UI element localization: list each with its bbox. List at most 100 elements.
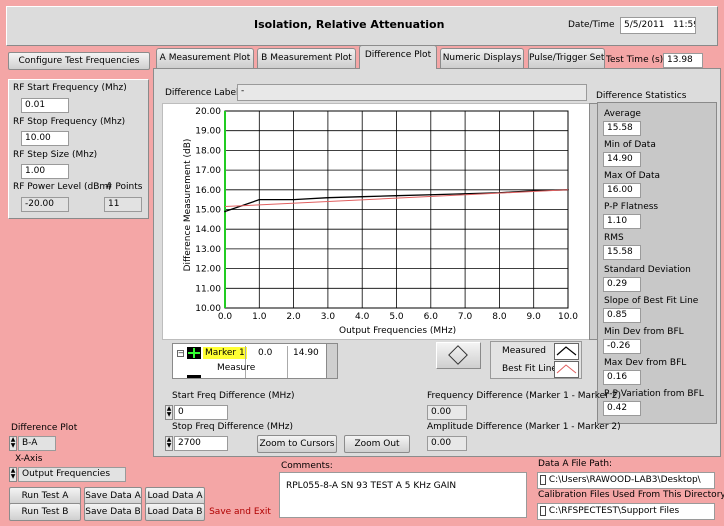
stat-label: P-P Variation from BFL (604, 389, 704, 399)
freq-diff-indicator: 0.00 (427, 405, 467, 420)
amp-diff-indicator: 0.00 (427, 436, 467, 451)
time-value: 11:59 (673, 20, 695, 30)
collapse-icon[interactable]: − (177, 350, 184, 357)
rf-start-input[interactable]: 0.01 (21, 98, 69, 113)
stat-value: 1.10 (603, 214, 641, 229)
x-tick-label: 9.0 (527, 312, 542, 322)
x-axis-ring-arrows[interactable]: ▲ ▼ (9, 467, 17, 482)
x-axis-select[interactable]: Output Frequencies (18, 467, 126, 482)
measured-point (292, 198, 295, 201)
marker-1-name: Marker 1 (203, 347, 247, 359)
x-tick-label: 1.0 (252, 312, 267, 322)
x-tick-label: 6.0 (424, 312, 439, 322)
calibration-dir-field[interactable]: C:\RFSPECTEST\Support Files (537, 503, 715, 520)
x-axis-label: Output Frequencies (MHz) (339, 326, 457, 336)
legend-bestfit-swatch (554, 361, 579, 378)
x-axis-select-label: X-Axis (15, 454, 43, 464)
stat-value: 0.16 (603, 370, 641, 385)
measured-point (395, 194, 398, 197)
comments-field[interactable]: RPL055-8-A SN 93 TEST A 5 KHz GAIN (279, 472, 527, 518)
start-freq-diff-input[interactable]: 0 (174, 405, 228, 420)
difference-chart[interactable]: 0.0 1.0 2.0 3.0 4.0 5.0 6.0 7.0 8.0 9.0 10.010.001… (162, 103, 590, 340)
stat-label: Average (604, 109, 641, 119)
difference-plot-ring-arrows[interactable]: ▲ ▼ (9, 436, 17, 451)
test-time-label: Test Time (s) (606, 55, 664, 65)
tab-difference-plot[interactable]: Difference Plot (359, 45, 437, 69)
legend-measured-swatch (554, 343, 579, 360)
diamond-icon (448, 345, 468, 365)
legend-measured-label: Measured (502, 346, 546, 356)
rf-stop-input[interactable]: 10.00 (21, 131, 69, 146)
comments-text: RPL055-8-A SN 93 TEST A 5 KHz GAIN (286, 481, 457, 491)
rf-power-label: RF Power Level (dBm) (13, 182, 112, 192)
datetime-label: Date/Time (568, 20, 615, 30)
run-test-b-button[interactable]: Run Test B (9, 503, 81, 521)
load-data-b-button[interactable]: Load Data B (145, 503, 205, 521)
stop-freq-diff-spinner[interactable]: ▲ ▼ (165, 436, 173, 451)
stat-value: 14.90 (603, 152, 641, 167)
y-axis-label: Difference Measurement (dB) (183, 138, 193, 272)
marker-1-x: 0.0 (258, 348, 273, 358)
x-tick-label: 8.0 (492, 312, 507, 322)
y-tick-label: 18.00 (195, 146, 221, 156)
zoom-out-button[interactable]: Zoom Out (344, 435, 410, 453)
data-a-path-field[interactable]: C:\Users\RAWOOD-LAB3\Desktop\ (537, 472, 715, 489)
zoom-to-cursors-button[interactable]: Zoom to Cursors (257, 435, 337, 453)
test-time-indicator: 13.98 (663, 53, 703, 68)
y-tick-label: 12.00 (195, 265, 221, 275)
y-tick-label: 11.00 (195, 284, 221, 294)
tab-pulse-trigger-settings[interactable]: Pulse/Trigger Settings (528, 48, 605, 68)
measured-point (224, 210, 226, 213)
marker-2-cursor-icon (187, 375, 201, 378)
rf-step-input[interactable]: 1.00 (21, 164, 69, 179)
stat-value: 15.58 (603, 245, 641, 260)
x-tick-label: 4.0 (355, 312, 370, 322)
tab-b-measurement-plot[interactable]: B Measurement Plot (257, 48, 356, 68)
tab-numeric-displays[interactable]: Numeric Displays (440, 48, 524, 68)
marker-2-name: Measure (217, 363, 256, 373)
measured-point (258, 198, 261, 201)
stat-label: Min of Data (604, 140, 656, 150)
marker-table-scrollbar[interactable] (326, 343, 338, 379)
browse-cal-folder-icon[interactable] (540, 505, 546, 516)
marker-table[interactable]: − Marker 1 0.0 14.90 Measure (172, 343, 337, 379)
tab-a-measurement-plot[interactable]: A Measurement Plot (156, 48, 254, 68)
stat-label: P-P Flatness (604, 202, 659, 212)
points-label: # Points (105, 182, 143, 192)
points-indicator: 11 (104, 197, 142, 212)
x-tick-label: 5.0 (389, 312, 404, 322)
rf-power-input[interactable]: -20.00 (21, 197, 69, 212)
measured-point (430, 193, 432, 196)
y-tick-label: 10.00 (195, 304, 221, 314)
save-data-b-button[interactable]: Save Data B (84, 503, 142, 521)
x-tick-label: 2.0 (286, 312, 301, 322)
y-tick-label: 20.00 (195, 107, 221, 117)
datetime-field[interactable]: 5/5/2011 11:59 (620, 17, 696, 34)
data-a-path-text: C:\Users\RAWOOD-LAB3\Desktop\ (548, 475, 701, 485)
y-tick-label: 14.00 (195, 225, 221, 235)
difference-plot-select[interactable]: B-A (18, 436, 56, 451)
stat-value: 0.85 (603, 308, 641, 323)
x-tick-label: 10.0 (558, 312, 578, 322)
start-freq-diff-label: Start Freq Difference (MHz) (172, 391, 295, 401)
y-tick-label: 19.00 (195, 127, 221, 137)
stop-freq-diff-input[interactable]: 2700 (174, 436, 228, 451)
rf-start-label: RF Start Frequency (Mhz) (13, 83, 127, 93)
stat-label: Max Of Data (604, 171, 661, 181)
stat-value: 15.58 (603, 121, 641, 136)
configure-test-frequencies-button[interactable]: Configure Test Frequencies (8, 52, 150, 70)
rf-stop-label: RF Stop Frequency (Mhz) (13, 117, 126, 127)
rf-step-label: RF Step Size (Mhz) (13, 150, 98, 160)
marker-1-y: 14.90 (293, 348, 319, 358)
save-and-exit-button[interactable]: Save and Exit (208, 503, 272, 521)
start-freq-diff-spinner[interactable]: ▲ ▼ (165, 405, 173, 420)
x-tick-label: 7.0 (458, 312, 473, 322)
difference-label-field[interactable]: - (237, 84, 587, 101)
y-tick-label: 13.00 (195, 245, 221, 255)
date-value: 5/5/2011 (624, 20, 665, 30)
legend-bestfit-label: Best Fit Line (502, 364, 557, 374)
legend-swatches (554, 343, 579, 378)
calibration-dir-label: Calibration Files Used From This Directo… (538, 490, 724, 500)
pan-navigation-button[interactable] (436, 342, 481, 369)
browse-folder-icon[interactable] (540, 474, 546, 485)
